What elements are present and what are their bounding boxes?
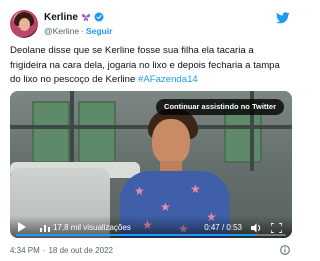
video-background-panel — [32, 101, 70, 163]
video-controls-bar: 17,8 mil visualizações 0:47 / 0:53 — [10, 216, 292, 238]
author-name-row: Kerline — [44, 10, 104, 24]
author-handle[interactable]: @Kerline — [44, 26, 79, 36]
separator-dot: · — [81, 26, 84, 36]
shirt-star: ★ — [134, 184, 145, 198]
video-progress-fill — [16, 234, 256, 236]
hashtag-link[interactable]: #AFazenda14 — [138, 74, 198, 85]
tweet-footer: 4:34 PM · 18 de out de 2022 — [10, 246, 113, 255]
views-chart-icon — [40, 224, 50, 232]
views-label: 17,8 mil visualizações — [53, 223, 131, 232]
author-handle-row: @Kerline · Seguir — [44, 25, 112, 37]
video-time: 0:47 / 0:53 — [204, 223, 242, 232]
avatar-face — [19, 18, 30, 31]
follow-button[interactable]: Seguir — [86, 26, 112, 36]
continue-watching-button[interactable]: Continuar assistindo no Twitter — [156, 99, 284, 115]
tweet-date[interactable]: 18 de out de 2022 — [48, 246, 113, 255]
butterfly-emoji-icon — [81, 14, 90, 21]
video-background-panel — [78, 101, 116, 163]
video-background-post — [70, 91, 74, 171]
views-count: 17,8 mil visualizações — [40, 223, 131, 232]
footer-separator: · — [42, 246, 46, 255]
verified-badge-icon — [94, 12, 104, 22]
tweet-text: Deolane disse que se Kerline fosse sua f… — [10, 44, 292, 88]
fullscreen-icon[interactable] — [271, 223, 282, 233]
shirt-star: ★ — [190, 182, 201, 196]
author-display-name[interactable]: Kerline — [44, 12, 78, 23]
person-face — [152, 119, 190, 165]
twitter-bird-icon[interactable] — [276, 12, 290, 24]
tweet-time[interactable]: 4:34 PM — [10, 246, 40, 255]
video-player[interactable]: ★ ★ ★ ★ ★ ★ Continuar assistindo no Twit… — [10, 91, 292, 238]
volume-icon[interactable] — [251, 223, 262, 233]
info-icon[interactable] — [280, 245, 290, 255]
tweet-embed-card: Kerline @Kerline · Seguir Deolane disse … — [0, 0, 300, 261]
shirt-star: ★ — [160, 200, 171, 214]
video-progress-track[interactable] — [16, 234, 286, 236]
avatar[interactable] — [10, 10, 38, 38]
play-icon[interactable] — [18, 222, 26, 232]
